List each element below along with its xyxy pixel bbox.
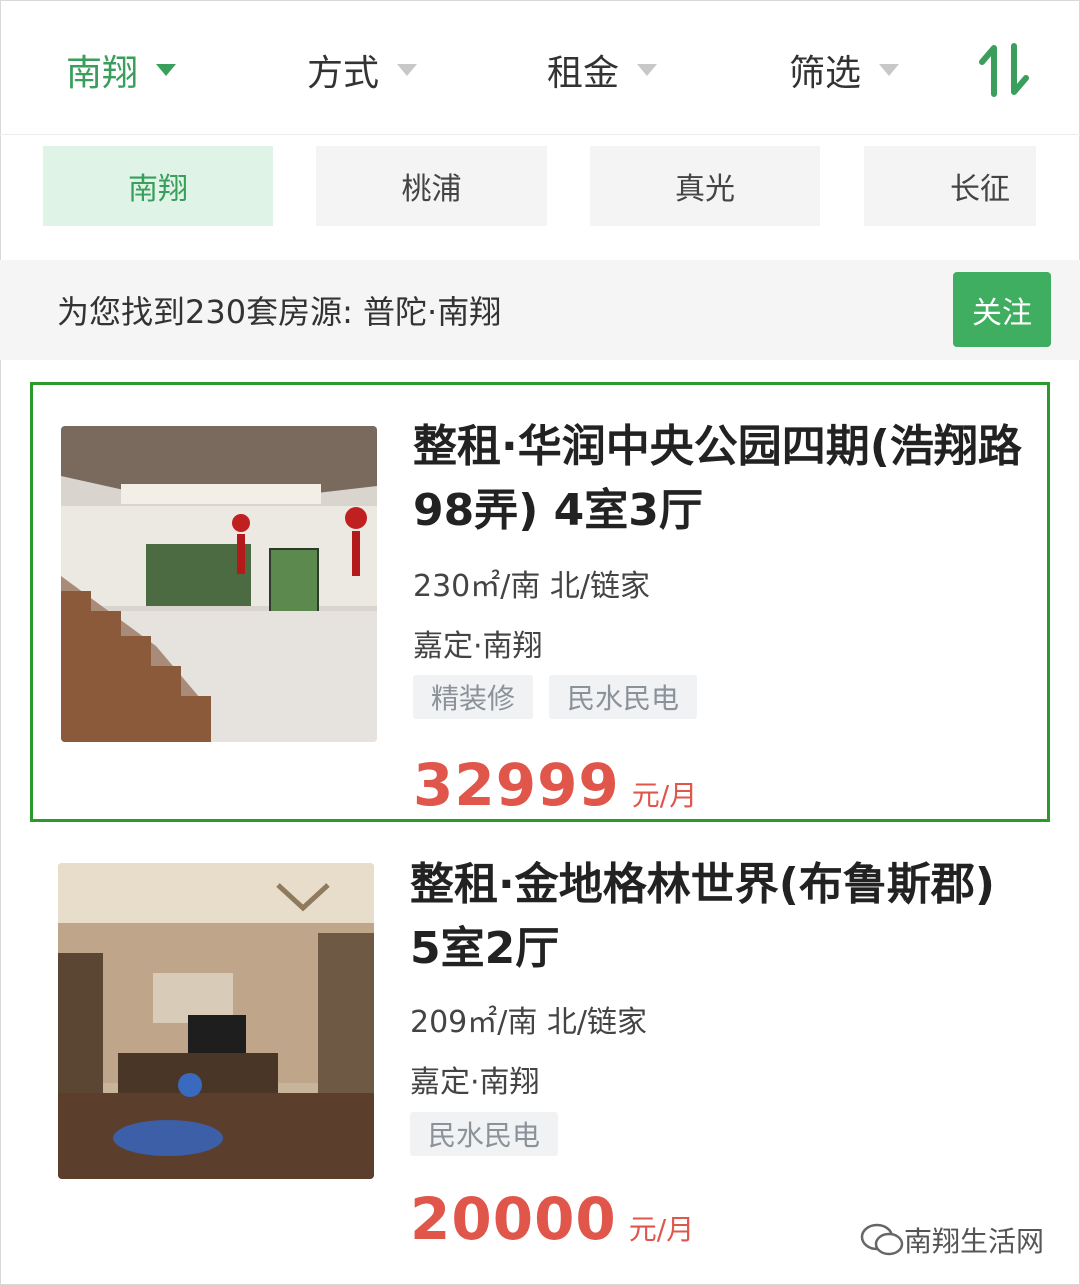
caret-down-icon bbox=[879, 64, 900, 76]
listing-photo bbox=[61, 426, 377, 742]
filter-method-label: 方式 bbox=[307, 53, 380, 94]
listing-features: 民水民电 bbox=[410, 1112, 559, 1156]
listing-card[interactable]: 整租·金地格林世界(布鲁斯郡) 5室2厅 209㎡/南 北/链家 嘉定·南翔 民… bbox=[30, 822, 1050, 1262]
price-value: 20000 bbox=[410, 1185, 617, 1253]
feature-tag: 民水民电 bbox=[549, 675, 698, 719]
listing-spec: 209㎡/南 北/链家 bbox=[410, 1005, 648, 1040]
area-tag-taopu[interactable]: 桃浦 bbox=[316, 146, 547, 226]
filter-more-label: 筛选 bbox=[789, 53, 862, 94]
listing-location: 嘉定·南翔 bbox=[413, 629, 543, 664]
sort-arrows-icon[interactable] bbox=[976, 42, 1032, 98]
result-bar: 为您找到230套房源: 普陀·南翔 关注 bbox=[0, 260, 1080, 360]
filter-area[interactable]: 南翔 bbox=[66, 44, 177, 96]
listing-spec: 230㎡/南 北/链家 bbox=[413, 569, 651, 604]
listing-location: 嘉定·南翔 bbox=[410, 1065, 540, 1100]
price-value: 32999 bbox=[413, 751, 620, 819]
listing-price: 20000 元/月 bbox=[410, 1185, 694, 1253]
price-unit: 元/月 bbox=[628, 1213, 695, 1246]
wechat-icon bbox=[860, 1223, 904, 1256]
area-tag-changzheng[interactable]: 长征 bbox=[864, 146, 1036, 226]
area-tag-nanxiang[interactable]: 南翔 bbox=[43, 146, 273, 226]
listing-card[interactable]: 整租·华润中央公园四期(浩翔路98弄) 4室3厅 230㎡/南 北/链家 嘉定·… bbox=[30, 382, 1050, 822]
watermark-text: 南翔生活网 bbox=[904, 1225, 1045, 1258]
watermark: 南翔生活网 bbox=[860, 1220, 1044, 1260]
caret-down-icon bbox=[397, 64, 418, 76]
caret-down-icon bbox=[156, 64, 177, 76]
listing-title: 整租·华润中央公园四期(浩翔路98弄) 4室3厅 bbox=[413, 421, 1022, 536]
area-tag-zhenguang[interactable]: 真光 bbox=[590, 146, 820, 226]
filter-more[interactable]: 筛选 bbox=[789, 44, 900, 96]
filter-rent[interactable]: 租金 bbox=[547, 44, 658, 96]
result-count: 为您找到230套房源: 普陀·南翔 bbox=[57, 293, 502, 331]
filter-bar: 南翔 方式 租金 筛选 bbox=[0, 0, 1080, 135]
listing-features: 精装修 民水民电 bbox=[413, 675, 698, 719]
feature-tag: 精装修 bbox=[413, 675, 534, 719]
filter-rent-label: 租金 bbox=[547, 53, 620, 94]
area-tags: 南翔 桃浦 真光 长征 bbox=[0, 134, 1080, 260]
price-unit: 元/月 bbox=[631, 779, 698, 812]
listing-price: 32999 元/月 bbox=[413, 751, 697, 819]
follow-button[interactable]: 关注 bbox=[953, 272, 1051, 347]
caret-down-icon bbox=[637, 64, 658, 76]
feature-tag: 民水民电 bbox=[410, 1112, 559, 1156]
filter-area-label: 南翔 bbox=[66, 53, 139, 94]
listing-photo bbox=[58, 863, 374, 1179]
filter-method[interactable]: 方式 bbox=[307, 44, 418, 96]
listing-title: 整租·金地格林世界(布鲁斯郡) 5室2厅 bbox=[410, 859, 995, 974]
